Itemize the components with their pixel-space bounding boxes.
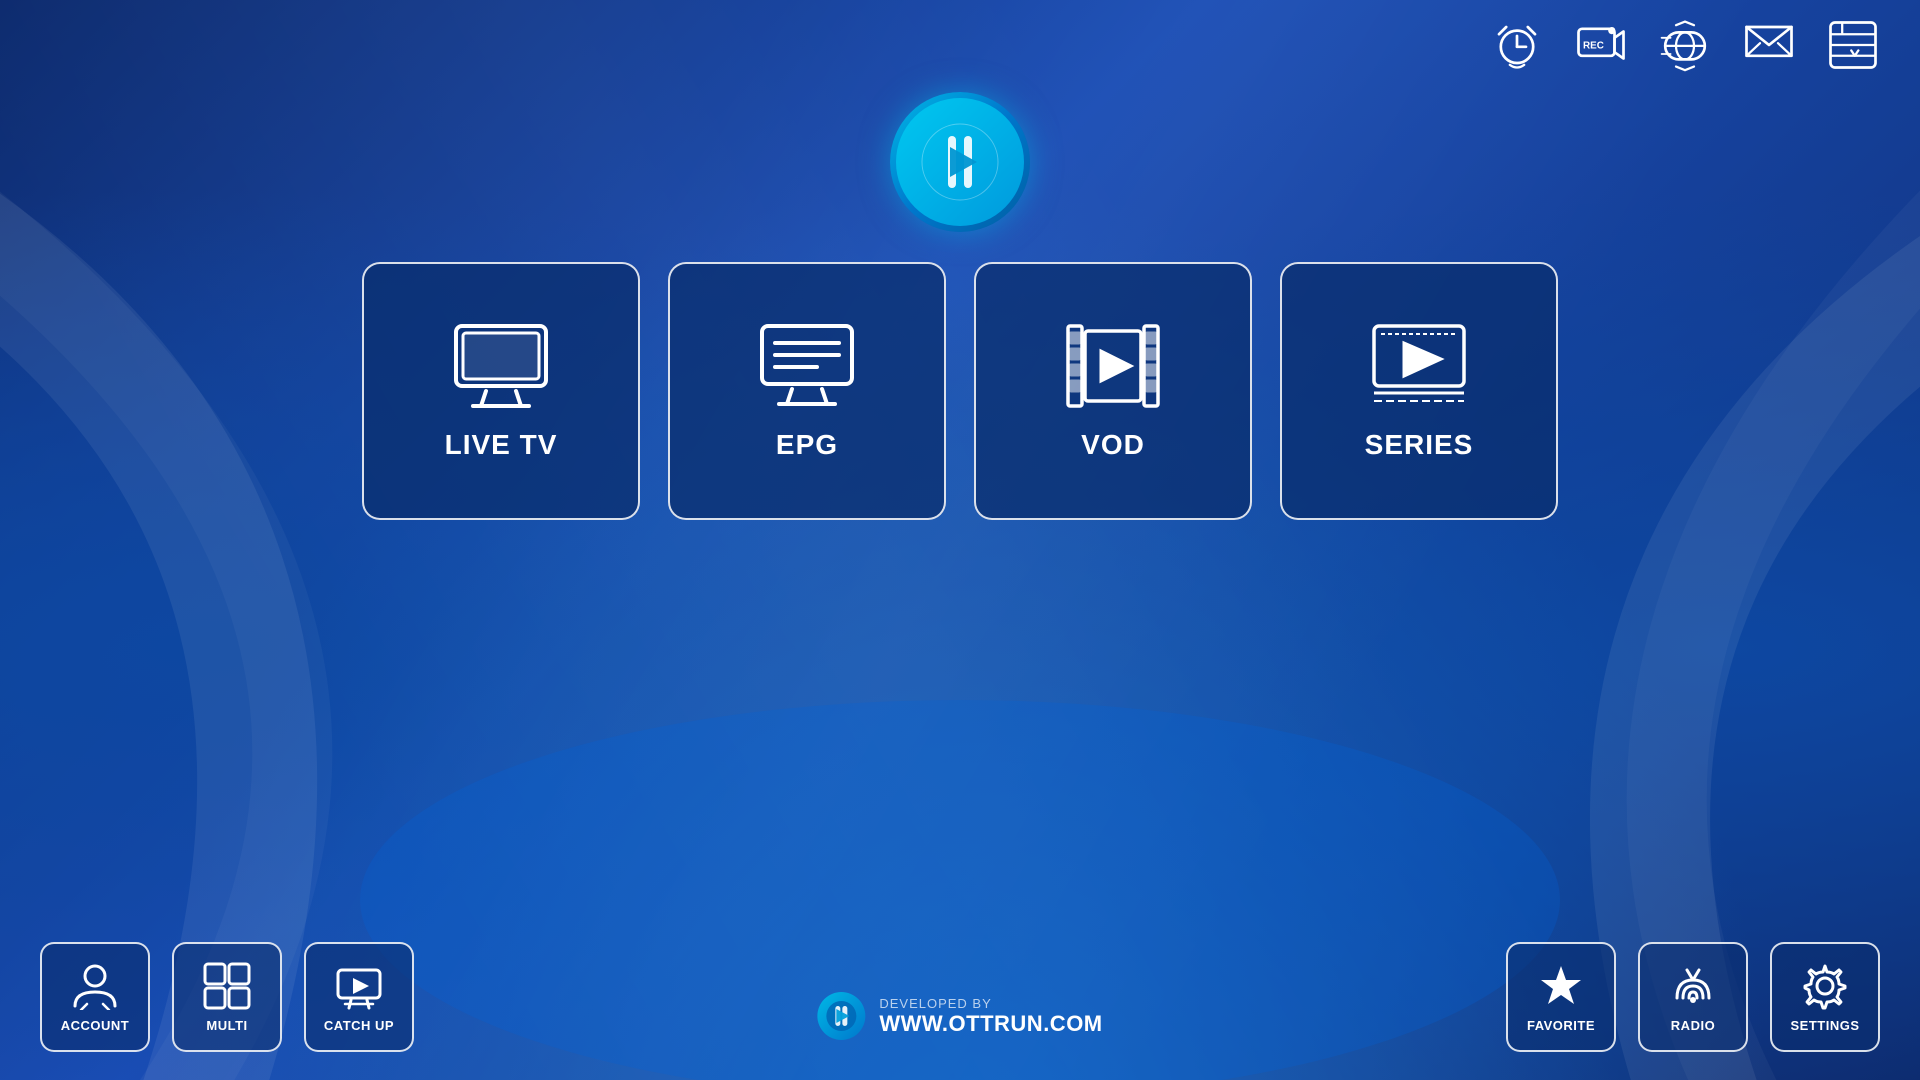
svg-text:REC: REC bbox=[1583, 41, 1604, 52]
epg-button[interactable]: EPG bbox=[668, 262, 946, 520]
main-menu: LIVE TV EPG bbox=[362, 262, 1558, 520]
live-tv-button[interactable]: LIVE TV bbox=[362, 262, 640, 520]
update-button[interactable] bbox=[1826, 18, 1880, 72]
app-logo bbox=[890, 92, 1030, 232]
alarm-button[interactable] bbox=[1490, 18, 1544, 72]
series-label: SERIES bbox=[1365, 429, 1474, 461]
main-content: REC bbox=[0, 0, 1920, 1080]
epg-label: EPG bbox=[776, 429, 838, 461]
top-bar: REC bbox=[0, 0, 1920, 72]
vod-label: VOD bbox=[1081, 429, 1145, 461]
vpn-button[interactable] bbox=[1658, 18, 1712, 72]
vod-button[interactable]: VOD bbox=[974, 262, 1252, 520]
live-tv-label: LIVE TV bbox=[445, 429, 558, 461]
rec-button[interactable]: REC bbox=[1574, 18, 1628, 72]
series-button[interactable]: SERIES bbox=[1280, 262, 1558, 520]
msg-button[interactable] bbox=[1742, 18, 1796, 72]
